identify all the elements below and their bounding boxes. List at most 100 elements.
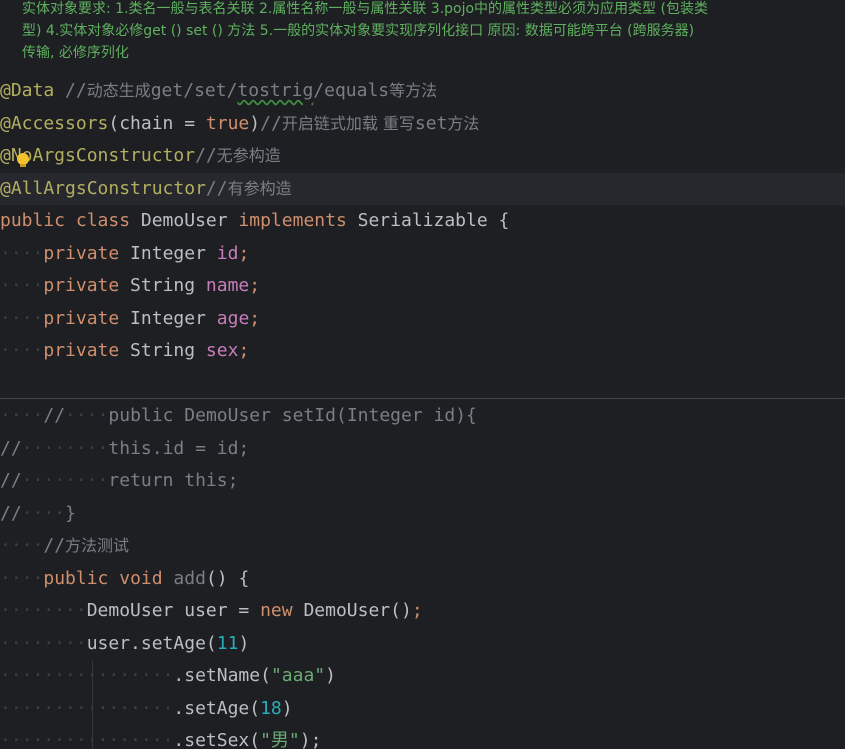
whitespace: ········ <box>21 470 109 491</box>
comment: 方法 <box>447 113 480 133</box>
annotation-params: (chain = <box>108 112 206 134</box>
semicolon: ; <box>249 275 261 296</box>
code-line-allargs-annotation[interactable]: @AllArgsConstructor//有参构造 <box>0 172 845 205</box>
punctuation: ) <box>238 632 250 654</box>
type: Integer <box>119 242 217 264</box>
code-line-set-age[interactable]: ········user.setAge(11) <box>0 628 845 661</box>
whitespace: ················ <box>0 697 174 719</box>
whitespace: ···· <box>0 242 44 264</box>
lightbulb-icon[interactable] <box>17 153 29 167</box>
whitespace: ···· <box>65 405 109 426</box>
semicolon: ; <box>238 340 250 361</box>
declaration: DemoUser user = <box>86 600 261 621</box>
whitespace: ················ <box>0 730 174 749</box>
interface-name: Serializable { <box>346 210 510 231</box>
comment: return this; <box>108 470 239 491</box>
method-name: add <box>162 567 206 589</box>
code-line-set-age-chain[interactable]: ················.setAge(18) <box>0 693 845 726</box>
code-line-field-id[interactable]: ····private Integer id; <box>0 238 845 271</box>
method-call: .setName( <box>173 665 271 686</box>
doc-line: 实体对象要求: 1.类名一般与表名关联 2.属性名称一般与属性关联 3.pojo… <box>22 1 708 17</box>
code-line-method-comment[interactable]: ····//方法测试 <box>0 530 845 563</box>
keyword: private <box>43 242 120 264</box>
comment: /equals <box>313 80 390 101</box>
method-call: .setAge( <box>173 697 261 719</box>
doc-line: 型) 4.实体对象必修get () set () 方法 5.一般的实体对象要实现… <box>22 23 695 39</box>
comment: // <box>0 502 22 524</box>
comment: // <box>43 405 66 426</box>
comment: // <box>205 177 228 199</box>
type: Integer <box>119 307 217 329</box>
code-line-field-age[interactable]: ····private Integer age; <box>0 303 845 336</box>
code-line-data-annotation[interactable]: @Data //动态生成get/set/tostrig/equals等方法 <box>0 75 845 108</box>
annotation: @AllArgsConstructor <box>0 177 206 199</box>
code-line-field-name[interactable]: ····private String name; <box>0 270 845 303</box>
keyword: private <box>43 275 120 296</box>
punctuation: ); <box>299 730 322 749</box>
whitespace: ········ <box>21 437 109 459</box>
comment: public DemoUser setId(Integer id){ <box>108 405 477 426</box>
keyword: true <box>205 112 250 134</box>
whitespace: ···· <box>0 567 44 589</box>
comment: // <box>0 470 22 491</box>
comment: this.id = id; <box>108 437 250 459</box>
whitespace: ···· <box>0 405 44 426</box>
annotation: @Data <box>0 80 55 101</box>
rendered-doc-comment: 实体对象要求: 1.类名一般与表名关联 2.属性名称一般与属性关联 3.pojo… <box>0 0 845 66</box>
string-literal: "aaa" <box>270 665 326 686</box>
whitespace: ········ <box>0 600 87 621</box>
annotation: @NoArgsConstructor <box>0 145 196 166</box>
keyword: public class <box>0 210 131 231</box>
comment: 等方法 <box>389 81 438 100</box>
comment: 方法测试 <box>65 536 130 555</box>
comment: 动态生成 <box>86 81 151 100</box>
whitespace: ···· <box>0 535 44 556</box>
code-line-method-declaration[interactable]: ····public void add() { <box>0 563 845 596</box>
code-line-new-user[interactable]: ········DemoUser user = new DemoUser(); <box>0 595 845 628</box>
comment: get/set/ <box>150 80 238 101</box>
type: String <box>119 340 206 361</box>
keyword: void <box>119 567 163 589</box>
code-line-commented[interactable]: ····//····public DemoUser setId(Integer … <box>0 400 845 433</box>
keyword: new <box>260 600 293 621</box>
code-line-set-name[interactable]: ················.setName("aaa") <box>0 660 845 693</box>
semicolon: ; <box>411 600 423 621</box>
punctuation: () { <box>205 567 250 589</box>
whitespace: ···· <box>0 307 44 329</box>
code-line-accessors-annotation[interactable]: @Accessors(chain = true)//开启链式加载 重写set方法 <box>0 108 845 141</box>
field-name: age <box>216 307 250 329</box>
constructor-call: DemoUser() <box>292 600 412 621</box>
comment: } <box>65 502 76 524</box>
code-editor[interactable]: 实体对象要求: 1.类名一般与表名关联 2.属性名称一般与属性关联 3.pojo… <box>0 0 845 749</box>
semicolon: ; <box>249 307 261 329</box>
comment: 无参构造 <box>216 146 281 165</box>
whitespace: ···· <box>0 340 44 361</box>
keyword: public <box>43 567 109 589</box>
string-literal: "男" <box>260 730 300 749</box>
whitespace: ···· <box>21 502 66 524</box>
keyword: private <box>43 307 120 329</box>
annotation: @Accessors <box>0 112 109 134</box>
indent-guide <box>92 660 93 749</box>
method-call: .setSex( <box>173 730 261 749</box>
keyword: implements <box>238 210 347 231</box>
punctuation: ) <box>249 112 261 134</box>
comment: // <box>43 535 66 556</box>
code-line-commented[interactable]: //········this.id = id; <box>0 433 845 466</box>
comment: // <box>195 145 217 166</box>
punctuation: ) <box>325 665 336 686</box>
whitespace: ················ <box>0 665 174 686</box>
number-literal: 11 <box>216 632 239 654</box>
method-separator <box>0 398 845 399</box>
code-line-class-declaration[interactable]: public class DemoUser implements Seriali… <box>0 205 845 238</box>
comment: // <box>0 437 22 459</box>
field-name: sex <box>205 340 239 361</box>
code-line-commented[interactable]: //········return this; <box>0 465 845 498</box>
whitespace: ···· <box>0 275 44 296</box>
code-line-field-sex[interactable]: ····private String sex; <box>0 335 845 368</box>
comment: // <box>54 80 87 101</box>
code-line-commented[interactable]: //····} <box>0 498 845 531</box>
comment: set <box>414 112 448 134</box>
code-line-set-sex[interactable]: ················.setSex("男"); <box>0 725 845 749</box>
code-line-noargs-annotation[interactable]: @NoArgsConstructor//无参构造 <box>0 140 845 173</box>
